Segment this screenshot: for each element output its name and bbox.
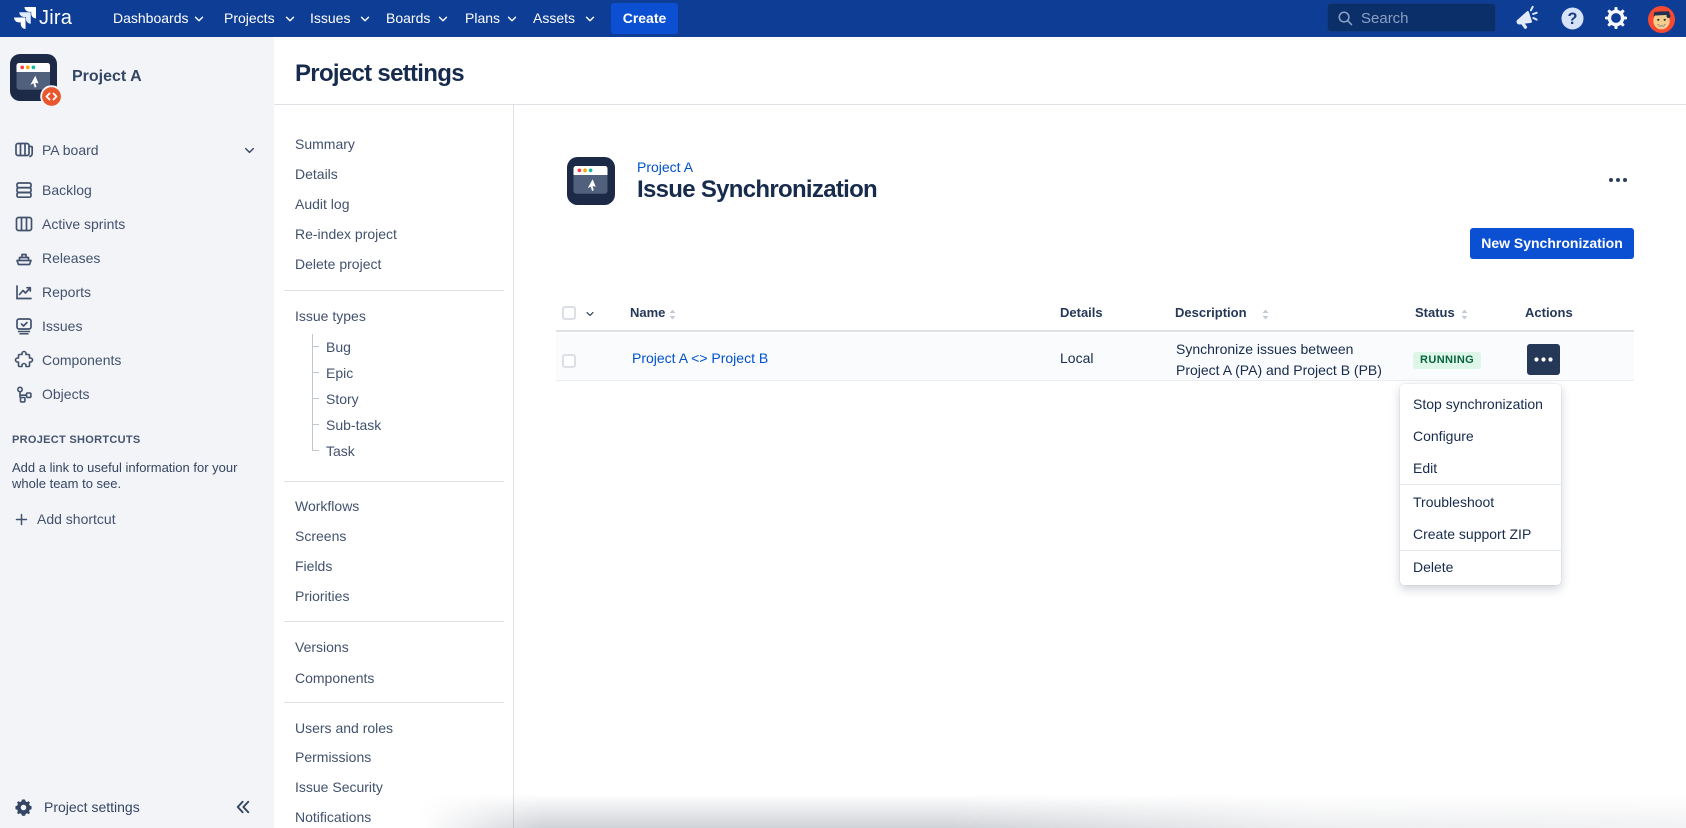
svg-text:?: ?: [1568, 10, 1578, 28]
